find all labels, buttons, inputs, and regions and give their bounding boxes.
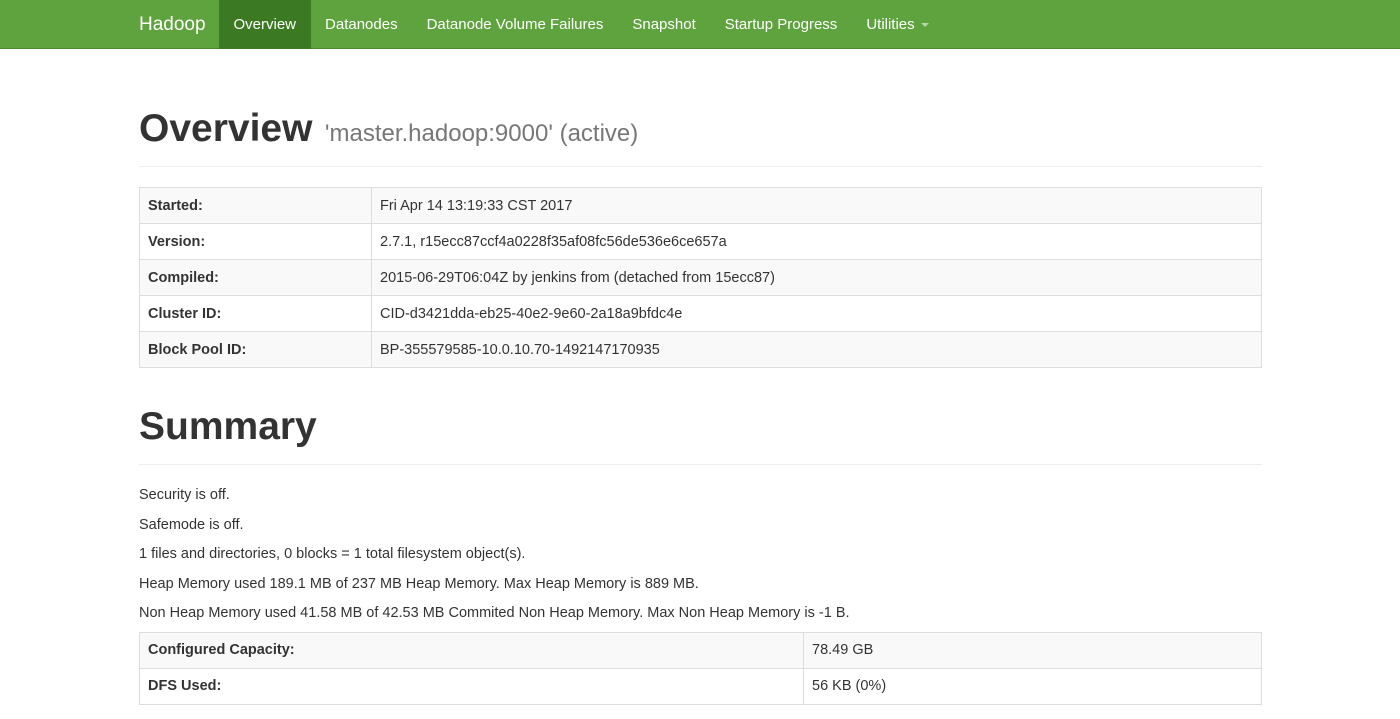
table-row: Version: 2.7.1, r15ecc87ccf4a0228f35af08…	[139, 223, 1262, 260]
row-label: DFS Used:	[139, 667, 804, 705]
heap-memory: Heap Memory used 189.1 MB of 237 MB Heap…	[139, 575, 699, 592]
row-value: CID-d3421dda-eb25-40e2-9e60-2a18a9bfdc4e	[371, 295, 1262, 332]
table-row: DFS Used: 56 KB (0%)	[139, 667, 1262, 705]
nav-item-datanode-volume-failures[interactable]: Datanode Volume Failures	[412, 0, 618, 49]
security-status: Security is off.	[139, 487, 230, 503]
row-value: Fri Apr 14 13:19:33 CST 2017	[371, 187, 1262, 224]
table-row: Started: Fri Apr 14 13:19:33 CST 2017	[139, 187, 1262, 224]
page-title: Overview	[139, 107, 313, 150]
caret-down-icon	[920, 23, 929, 28]
nav-item-utilities[interactable]: Utilities	[852, 0, 943, 49]
nav-item-startup-progress[interactable]: Startup Progress	[710, 0, 852, 49]
row-label: Version:	[139, 223, 372, 260]
top-navbar: Hadoop Overview Datanodes Datanode Volum…	[0, 0, 1400, 49]
row-value: 56 KB (0%)	[803, 667, 1262, 705]
table-row: Cluster ID: CID-d3421dda-eb25-40e2-9e60-…	[139, 295, 1262, 332]
row-value: 2015-06-29T06:04Z by jenkins from (detac…	[371, 259, 1262, 296]
main-content: Overview 'master.hadoop:9000' (active) S…	[139, 50, 1262, 705]
capacity-table: Configured Capacity: 78.49 GB DFS Used: …	[139, 631, 1262, 705]
row-label: Started:	[139, 187, 372, 224]
brand-logo[interactable]: Hadoop	[139, 0, 206, 49]
nav-menu: Overview Datanodes Datanode Volume Failu…	[219, 0, 943, 49]
nav-item-overview[interactable]: Overview	[219, 0, 311, 49]
row-value: 78.49 GB	[803, 631, 1262, 669]
row-label: Configured Capacity:	[139, 631, 804, 669]
overview-table: Started: Fri Apr 14 13:19:33 CST 2017 Ve…	[139, 187, 1262, 368]
table-row: Block Pool ID: BP-355579585-10.0.10.70-1…	[139, 331, 1262, 368]
row-value: BP-355579585-10.0.10.70-1492147170935	[371, 331, 1262, 368]
nav-item-snapshot[interactable]: Snapshot	[618, 0, 710, 49]
overview-header: Overview 'master.hadoop:9000' (active)	[139, 106, 1262, 167]
row-label: Cluster ID:	[139, 295, 372, 332]
utilities-label: Utilities	[866, 16, 915, 33]
filesystem-objects: 1 files and directories, 0 blocks = 1 to…	[139, 546, 526, 562]
row-label: Block Pool ID:	[139, 331, 372, 368]
summary-text: Security is off. Safemode is off. 1 file…	[139, 485, 1262, 633]
summary-title: Summary	[139, 404, 1262, 465]
safemode-status: Safemode is off.	[139, 516, 244, 533]
nav-item-datanodes[interactable]: Datanodes	[311, 0, 413, 49]
namenode-address: 'master.hadoop:9000' (active)	[324, 120, 639, 147]
non-heap-memory: Non Heap Memory used 41.58 MB of 42.53 M…	[139, 605, 850, 621]
row-label: Compiled:	[139, 259, 372, 296]
table-row: Compiled: 2015-06-29T06:04Z by jenkins f…	[139, 259, 1262, 296]
table-row: Configured Capacity: 78.49 GB	[139, 631, 1262, 669]
row-value: 2.7.1, r15ecc87ccf4a0228f35af08fc56de536…	[371, 223, 1262, 260]
